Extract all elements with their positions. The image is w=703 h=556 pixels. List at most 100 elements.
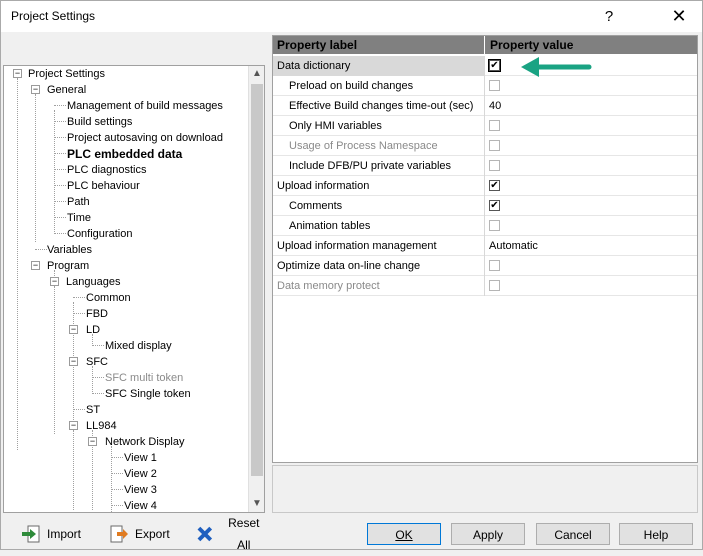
- tree-item-variables[interactable]: Variables: [47, 243, 92, 257]
- col-header-property-value[interactable]: Property value: [486, 36, 697, 54]
- property-label[interactable]: Data dictionary: [273, 56, 485, 76]
- property-value[interactable]: [486, 216, 697, 236]
- property-label[interactable]: Preload on build changes: [273, 76, 485, 96]
- property-value[interactable]: [486, 116, 697, 136]
- arrow-left-icon: [521, 57, 592, 77]
- collapse-icon[interactable]: −: [69, 325, 78, 334]
- scroll-down-icon[interactable]: ▼: [249, 496, 264, 512]
- property-label[interactable]: Optimize data on-line change: [273, 256, 485, 276]
- tree-item-view-3[interactable]: View 3: [124, 483, 157, 497]
- import-label: Import: [47, 527, 82, 541]
- property-value[interactable]: [486, 76, 697, 96]
- tree-item-sfc[interactable]: SFC: [86, 355, 108, 369]
- property-label: Usage of Process Namespace: [273, 136, 485, 156]
- import-icon: [22, 525, 40, 543]
- tree-item-sfc-multi-token[interactable]: SFC multi token: [105, 371, 183, 385]
- scroll-thumb[interactable]: [251, 84, 263, 476]
- tree-item-network-display[interactable]: Network Display: [105, 435, 184, 449]
- title-bar: Project Settings ? ✕: [1, 1, 702, 32]
- property-value[interactable]: ✔: [486, 176, 697, 196]
- tree-item-fbd[interactable]: FBD: [86, 307, 108, 321]
- collapse-icon[interactable]: −: [88, 437, 97, 446]
- property-row-optimize-online[interactable]: Optimize data on-line change: [273, 256, 697, 276]
- collapse-icon[interactable]: −: [69, 357, 78, 366]
- property-label[interactable]: Only HMI variables: [273, 116, 485, 136]
- tree-item-general[interactable]: General: [47, 83, 86, 97]
- tree-item-languages[interactable]: Languages: [66, 275, 120, 289]
- tree-item-program[interactable]: Program: [47, 259, 89, 273]
- tree-item-view-1[interactable]: View 1: [124, 451, 157, 465]
- tree-item-time[interactable]: Time: [67, 211, 91, 225]
- property-row-upload-information[interactable]: Upload information ✔: [273, 176, 697, 196]
- tree-line: [54, 153, 66, 154]
- checkbox-checked[interactable]: ✔: [489, 200, 500, 211]
- property-value[interactable]: [486, 256, 697, 276]
- tree-item-view-4[interactable]: View 4: [124, 499, 157, 512]
- collapse-icon[interactable]: −: [31, 85, 40, 94]
- checkbox-unchecked[interactable]: [489, 260, 500, 271]
- tree-line: [54, 105, 66, 106]
- help-button[interactable]: Help: [619, 523, 693, 545]
- collapse-icon[interactable]: −: [13, 69, 22, 78]
- checkbox-unchecked[interactable]: [489, 220, 500, 231]
- property-label[interactable]: Animation tables: [273, 216, 485, 236]
- checkbox-checked[interactable]: ✔: [489, 180, 500, 191]
- tree-item-common[interactable]: Common: [86, 291, 131, 305]
- property-value[interactable]: [486, 156, 697, 176]
- property-row-upload-management[interactable]: Upload information management Automatic: [273, 236, 697, 256]
- tree-item-configuration[interactable]: Configuration: [67, 227, 132, 241]
- property-label[interactable]: Effective Build changes time-out (sec): [273, 96, 485, 116]
- tree-line: [54, 201, 66, 202]
- tree-item-st[interactable]: ST: [86, 403, 100, 417]
- tree-line: [73, 297, 85, 298]
- apply-button[interactable]: Apply: [451, 523, 525, 545]
- settings-tree[interactable]: − − − − − − − − Project Settings General…: [3, 65, 265, 513]
- checkbox-disabled: [489, 120, 500, 131]
- property-value-text[interactable]: 40: [486, 96, 697, 116]
- tree-item-ll984[interactable]: LL984: [86, 419, 117, 433]
- property-row-preload[interactable]: Preload on build changes: [273, 76, 697, 96]
- checkbox-checked[interactable]: ✔: [488, 59, 501, 72]
- property-label[interactable]: Upload information: [273, 176, 485, 196]
- property-row-timeout[interactable]: Effective Build changes time-out (sec) 4…: [273, 96, 697, 116]
- scroll-up-icon[interactable]: ▲: [249, 66, 264, 82]
- close-button[interactable]: ✕: [656, 1, 702, 32]
- property-row-include-dfb[interactable]: Include DFB/PU private variables: [273, 156, 697, 176]
- tree-item-sfc-single-token[interactable]: SFC Single token: [105, 387, 191, 401]
- tree-item-project-autosaving[interactable]: Project autosaving on download: [67, 131, 223, 145]
- property-row-comments[interactable]: Comments ✔: [273, 196, 697, 216]
- export-button[interactable]: Export: [109, 523, 175, 545]
- tree-item-mixed-display[interactable]: Mixed display: [105, 339, 172, 353]
- tree-item-management-build-messages[interactable]: Management of build messages: [67, 99, 223, 113]
- tree-item-build-settings[interactable]: Build settings: [67, 115, 132, 129]
- help-title-button[interactable]: ?: [586, 1, 632, 32]
- tree-item-plc-diagnostics[interactable]: PLC diagnostics: [67, 163, 147, 177]
- col-header-property-label[interactable]: Property label: [273, 36, 485, 54]
- property-row-memory-protect[interactable]: Data memory protect: [273, 276, 697, 296]
- tree-item-plc-embedded-data[interactable]: PLC embedded data: [67, 147, 182, 161]
- tree-item-ld[interactable]: LD: [86, 323, 100, 337]
- checkbox-disabled: [489, 80, 500, 91]
- collapse-icon[interactable]: −: [50, 277, 59, 286]
- tree-item-project-settings[interactable]: Project Settings: [28, 67, 105, 81]
- collapse-icon[interactable]: −: [31, 261, 40, 270]
- ok-button[interactable]: OK: [367, 523, 441, 545]
- property-value-select[interactable]: Automatic: [486, 236, 697, 256]
- property-row-animation-tables[interactable]: Animation tables: [273, 216, 697, 236]
- property-row-data-dictionary[interactable]: Data dictionary ✔: [273, 56, 697, 76]
- cancel-button[interactable]: Cancel: [536, 523, 610, 545]
- property-label[interactable]: Comments: [273, 196, 485, 216]
- tree-scrollbar[interactable]: ▲ ▼: [248, 66, 264, 512]
- reset-all-button[interactable]: Reset All: [195, 516, 267, 552]
- tree-item-path[interactable]: Path: [67, 195, 90, 209]
- import-button[interactable]: Import: [21, 523, 87, 545]
- tree-item-view-2[interactable]: View 2: [124, 467, 157, 481]
- collapse-icon[interactable]: −: [69, 421, 78, 430]
- property-value[interactable]: ✔: [486, 196, 697, 216]
- tree-item-plc-behaviour[interactable]: PLC behaviour: [67, 179, 140, 193]
- property-row-only-hmi[interactable]: Only HMI variables: [273, 116, 697, 136]
- property-row-process-namespace[interactable]: Usage of Process Namespace: [273, 136, 697, 156]
- property-label[interactable]: Upload information management: [273, 236, 485, 256]
- tree-line: [17, 78, 18, 450]
- property-label[interactable]: Include DFB/PU private variables: [273, 156, 485, 176]
